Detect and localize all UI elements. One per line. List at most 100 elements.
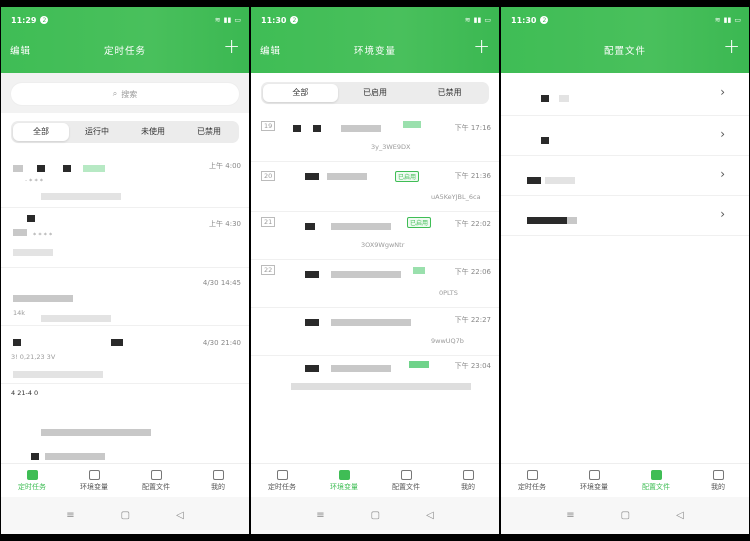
- bottom-tab-bar: 定时任务 环境变量 配置文件 我的: [251, 463, 499, 497]
- tab-label: 环境变量: [330, 482, 358, 491]
- search-placeholder: 搜索: [121, 89, 138, 99]
- bottom-tab-bar: 定时任务 环境变量 配置文件 我的: [1, 463, 249, 497]
- phone-env-vars: 11:30 2 ≋ ▮▮ ▭ 编辑 环境变量 + 全部 已启用 已禁用 19 下…: [251, 7, 499, 534]
- row-time: 4/30 14:45: [202, 279, 241, 287]
- page-title: 定时任务: [103, 46, 146, 57]
- search-input[interactable]: ⌕ 搜索: [11, 83, 239, 105]
- filter-disabled[interactable]: 已禁用: [412, 84, 487, 102]
- battery-icon: ▭: [234, 16, 241, 24]
- row-schedule: 14k: [13, 309, 26, 317]
- tab-config[interactable]: 配置文件: [375, 464, 437, 497]
- list-item[interactable]: 22 下午 22:06 0PLTS: [251, 261, 499, 308]
- top-bar: 11:29 2 ≋ ▮▮ ▭ 编辑 定时任务 +: [1, 7, 249, 73]
- tab-label: 我的: [461, 482, 475, 491]
- row-schedule: 4 21-4 0: [11, 389, 39, 397]
- content: ⌕ 搜索 全部 运行中 未使用 已禁用 上午 4:00 · * * * 上午 4…: [1, 73, 249, 464]
- status-indicators: ≋ ▮▮ ▭: [715, 16, 741, 24]
- filter-tabs: 全部 运行中 未使用 已禁用: [11, 121, 239, 143]
- page-title: 环境变量: [353, 46, 396, 57]
- status-bar: 11:29 2 ≋ ▮▮ ▭: [11, 14, 241, 26]
- tab-label: 定时任务: [18, 482, 46, 491]
- list-item[interactable]: 上午 4:30 * * * *: [1, 209, 249, 268]
- filter-unused[interactable]: 未使用: [125, 123, 181, 141]
- row-schedule: 3! 0,21,23 3V: [11, 353, 56, 361]
- tab-label: 我的: [211, 482, 225, 491]
- system-nav-bar: ≡ ▢ ◁: [251, 497, 499, 534]
- signal-icon: ▮▮: [223, 16, 232, 24]
- notification-badge: 2: [290, 16, 299, 24]
- list-item[interactable]: ›: [501, 73, 749, 116]
- row-value: uA5KeYJBL_6ca: [431, 193, 481, 201]
- list-item[interactable]: 4 21-4 0: [1, 385, 249, 465]
- page-title: 配置文件: [603, 46, 646, 57]
- tab-label: 配置文件: [392, 482, 420, 491]
- back-nav-icon[interactable]: ◁: [426, 510, 434, 521]
- phone-cron-tasks: 11:29 2 ≋ ▮▮ ▭ 编辑 定时任务 + ⌕ 搜索 全部 运行中 未使用: [1, 7, 249, 534]
- menu-nav-icon[interactable]: ≡: [316, 510, 324, 521]
- list-item[interactable]: 上午 4:00 · * * *: [1, 155, 249, 208]
- tab-cron[interactable]: 定时任务: [501, 464, 563, 497]
- signal-icon: ▮▮: [473, 16, 482, 24]
- tab-env[interactable]: 环境变量: [313, 464, 375, 497]
- status-bar: 11:30 2 ≋ ▮▮ ▭: [261, 14, 491, 26]
- filter-all[interactable]: 全部: [13, 123, 69, 141]
- tab-config[interactable]: 配置文件: [625, 464, 687, 497]
- row-value: 0PLTS: [439, 289, 458, 297]
- cube-icon: [212, 469, 224, 480]
- row-index: 21: [261, 217, 276, 227]
- system-nav-bar: ≡ ▢ ◁: [501, 497, 749, 534]
- row-index: 22: [261, 265, 276, 275]
- list-item[interactable]: 4/30 21:40 3! 0,21,23 3V: [1, 327, 249, 384]
- status-indicators: ≋ ▮▮ ▭: [465, 16, 491, 24]
- list-item[interactable]: 20 已启用 下午 21:36 uA5KeYJBL_6ca: [251, 163, 499, 212]
- back-nav-icon[interactable]: ◁: [676, 510, 684, 521]
- add-icon[interactable]: +: [723, 36, 740, 56]
- list-item[interactable]: ›: [501, 155, 749, 196]
- menu-nav-icon[interactable]: ≡: [566, 510, 574, 521]
- home-nav-icon[interactable]: ▢: [121, 510, 130, 521]
- tab-mine[interactable]: 我的: [687, 464, 749, 497]
- back-nav-icon[interactable]: ◁: [176, 510, 184, 521]
- row-index: 19: [261, 121, 276, 131]
- tab-cron[interactable]: 定时任务: [251, 464, 313, 497]
- tab-label: 配置文件: [642, 482, 670, 491]
- notification-badge: 2: [40, 16, 49, 24]
- content: 全部 已启用 已禁用 19 下午 17:16 3y_3WE9DX 20 已启用 …: [251, 73, 499, 464]
- status-time: 11:30: [511, 15, 537, 25]
- tab-env[interactable]: 环境变量: [63, 464, 125, 497]
- list-item[interactable]: 21 已启用 下午 22:02 3OX9WgwNtr: [251, 213, 499, 260]
- folder-icon: [400, 469, 412, 480]
- filter-enabled[interactable]: 已启用: [338, 84, 413, 102]
- menu-nav-icon[interactable]: ≡: [66, 510, 74, 521]
- tab-mine[interactable]: 我的: [437, 464, 499, 497]
- wifi-icon: ≋: [214, 16, 221, 24]
- add-icon[interactable]: +: [223, 36, 240, 56]
- filter-running[interactable]: 运行中: [69, 123, 125, 141]
- row-schedule: · * * *: [25, 177, 44, 185]
- tab-config[interactable]: 配置文件: [125, 464, 187, 497]
- bottom-tab-bar: 定时任务 环境变量 配置文件 我的: [501, 463, 749, 497]
- tab-mine[interactable]: 我的: [187, 464, 249, 497]
- list-item[interactable]: 19 下午 17:16 3y_3WE9DX: [251, 113, 499, 162]
- list-item[interactable]: 下午 23:04: [251, 357, 499, 397]
- signal-icon: ▮▮: [723, 16, 732, 24]
- cube-icon: [712, 469, 724, 480]
- list-item[interactable]: ›: [501, 195, 749, 236]
- tab-env[interactable]: 环境变量: [563, 464, 625, 497]
- tab-cron[interactable]: 定时任务: [1, 464, 63, 497]
- list-item[interactable]: 4/30 14:45 14k: [1, 269, 249, 326]
- list-item[interactable]: 下午 22:27 9wwUQ7b: [251, 309, 499, 356]
- home-nav-icon[interactable]: ▢: [371, 510, 380, 521]
- system-nav-bar: ≡ ▢ ◁: [1, 497, 249, 534]
- battery-icon: ▭: [484, 16, 491, 24]
- cron-icon: [526, 469, 538, 480]
- filter-disabled[interactable]: 已禁用: [181, 123, 237, 141]
- add-icon[interactable]: +: [473, 36, 490, 56]
- chevron-right-icon: ›: [720, 127, 725, 141]
- filter-all[interactable]: 全部: [263, 84, 338, 102]
- row-time: 下午 23:04: [454, 362, 491, 370]
- list-item[interactable]: ›: [501, 115, 749, 156]
- home-nav-icon[interactable]: ▢: [621, 510, 630, 521]
- status-badge: 已启用: [395, 171, 420, 182]
- tab-label: 我的: [711, 482, 725, 491]
